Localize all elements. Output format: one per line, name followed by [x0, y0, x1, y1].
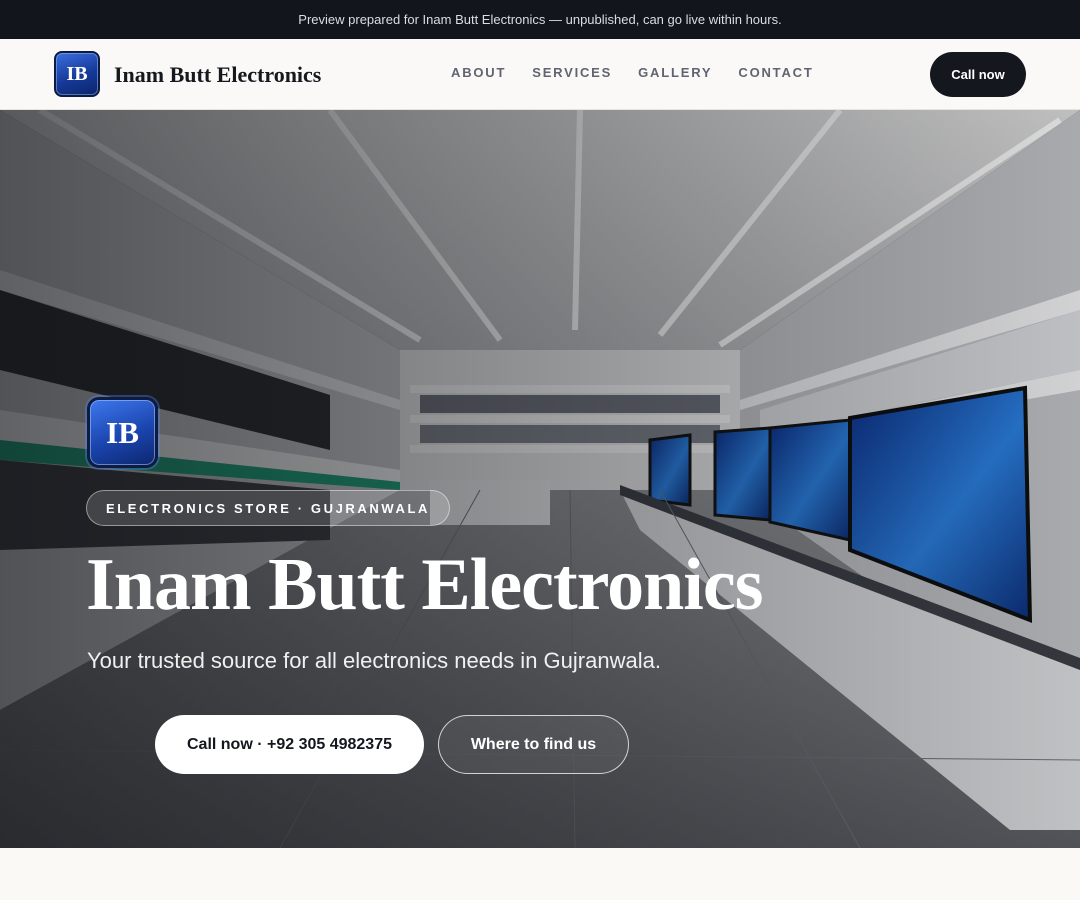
hero-logo-initials: IB: [106, 414, 139, 450]
preview-banner-text: Preview prepared for Inam Butt Electroni…: [298, 12, 782, 27]
nav-link-about[interactable]: ABOUT: [451, 65, 506, 80]
hero-section: IB ELECTRONICS STORE · GUJRANWALA Inam B…: [0, 110, 1080, 848]
nav-link-contact[interactable]: CONTACT: [738, 65, 813, 80]
preview-banner: Preview prepared for Inam Butt Electroni…: [0, 0, 1080, 39]
hero-call-now-button[interactable]: Call now · +92 305 4982375: [155, 715, 424, 774]
main-nav: ABOUT SERVICES GALLERY CONTACT: [451, 65, 814, 80]
header-call-now-button[interactable]: Call now: [930, 52, 1026, 97]
brand-logo-icon[interactable]: IB: [54, 51, 100, 97]
nav-link-gallery[interactable]: GALLERY: [638, 65, 712, 80]
brand-logo-initials: IB: [66, 62, 88, 85]
hero-subtitle: Your trusted source for all electronics …: [87, 648, 661, 673]
hero-logo-icon: IB: [87, 397, 158, 468]
brand-name[interactable]: Inam Butt Electronics: [114, 60, 321, 90]
hero-title: Inam Butt Electronics: [86, 544, 764, 626]
nav-link-services[interactable]: SERVICES: [532, 65, 612, 80]
site-header: IB Inam Butt Electronics ABOUT SERVICES …: [0, 39, 1080, 110]
where-to-find-us-button[interactable]: Where to find us: [438, 715, 629, 774]
hero-category-badge: ELECTRONICS STORE · GUJRANWALA: [86, 490, 451, 526]
